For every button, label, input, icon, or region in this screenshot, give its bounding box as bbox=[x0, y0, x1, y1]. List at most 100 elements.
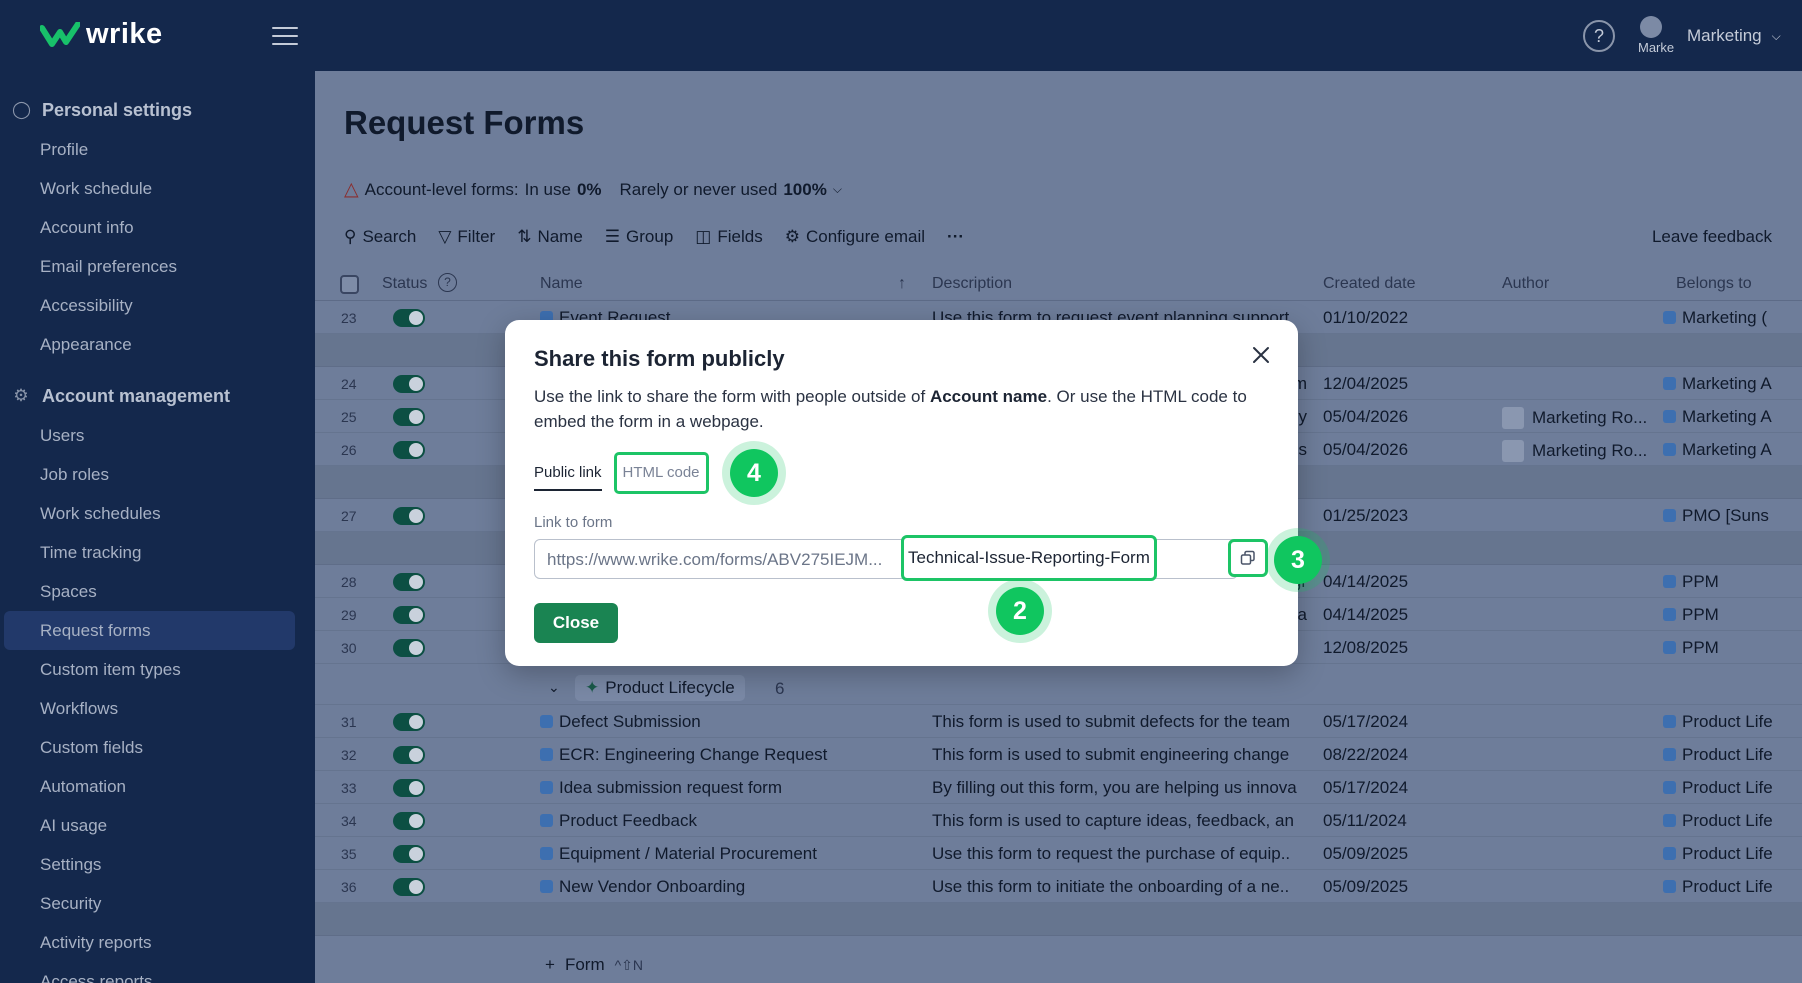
sidebar-item-time-tracking[interactable]: Time tracking bbox=[0, 533, 315, 572]
status-toggle[interactable] bbox=[393, 375, 425, 393]
status-toggle[interactable] bbox=[393, 507, 425, 525]
status-toggle[interactable] bbox=[393, 573, 425, 591]
filter-button[interactable]: ▽ Filter bbox=[438, 227, 495, 247]
menu-toggle-icon[interactable] bbox=[272, 27, 298, 47]
belongs-to[interactable]: Marketing A bbox=[1663, 374, 1772, 394]
status-toggle[interactable] bbox=[393, 878, 425, 896]
table-row[interactable]: 36 New Vendor Onboarding Use this form to … bbox=[315, 870, 1802, 903]
column-author[interactable]: Author bbox=[1502, 275, 1549, 293]
form-name[interactable]: Defect Submission bbox=[540, 712, 701, 732]
status-toggle[interactable] bbox=[393, 779, 425, 797]
workspace-switcher[interactable]: Marketing ⌵ bbox=[1687, 26, 1781, 46]
status-toggle[interactable] bbox=[393, 606, 425, 624]
sidebar-item-users[interactable]: Users bbox=[0, 416, 315, 455]
sidebar-item-activity-reports[interactable]: Activity reports bbox=[0, 923, 315, 962]
created-date: 04/14/2025 bbox=[1323, 572, 1409, 591]
belongs-to[interactable]: Product Life bbox=[1663, 877, 1773, 897]
wrike-logo[interactable]: wrike bbox=[40, 18, 163, 51]
status-toggle[interactable] bbox=[393, 408, 425, 426]
form-name[interactable]: Idea submission request form bbox=[540, 778, 782, 798]
column-belongs-to[interactable]: Belongs to bbox=[1676, 275, 1752, 293]
group-button[interactable]: ☰ Group bbox=[605, 227, 674, 247]
table-row[interactable]: 31 Defect Submission This form is used to … bbox=[315, 705, 1802, 738]
status-toggle[interactable] bbox=[393, 713, 425, 731]
form-name[interactable]: New Vendor Onboarding bbox=[540, 877, 745, 897]
status-toggle[interactable] bbox=[393, 441, 425, 459]
more-options-button[interactable]: ··· bbox=[947, 227, 964, 247]
form-icon bbox=[540, 814, 553, 827]
public-link-field[interactable]: https://www.wrike.com/forms/ABV275IEJM..… bbox=[534, 535, 1238, 581]
status-toggle[interactable] bbox=[393, 746, 425, 764]
belongs-to[interactable]: Product Life bbox=[1663, 778, 1773, 798]
sidebar-item-custom-item-types[interactable]: Custom item types bbox=[0, 650, 315, 689]
sidebar-item-account-info[interactable]: Account info bbox=[0, 208, 315, 247]
sidebar-item-work-schedules[interactable]: Work schedules bbox=[0, 494, 315, 533]
sidebar-item-appearance[interactable]: Appearance bbox=[0, 325, 315, 364]
belongs-to[interactable]: PPM bbox=[1663, 605, 1719, 625]
copy-link-button[interactable] bbox=[1228, 539, 1268, 577]
sidebar-item-spaces[interactable]: Spaces bbox=[0, 572, 315, 611]
select-all-checkbox[interactable] bbox=[340, 275, 359, 294]
add-form-button[interactable]: + Form ^⇧N bbox=[545, 955, 643, 975]
sidebar-item-custom-fields[interactable]: Custom fields bbox=[0, 728, 315, 767]
sidebar-item-request-forms[interactable]: Request forms bbox=[4, 611, 295, 650]
column-description[interactable]: Description bbox=[932, 275, 1012, 293]
search-button[interactable]: ⚲ Search bbox=[344, 227, 416, 247]
column-created-date[interactable]: Created date bbox=[1323, 275, 1416, 293]
created-date: 04/14/2025 bbox=[1323, 605, 1409, 624]
status-toggle[interactable] bbox=[393, 845, 425, 863]
sidebar-item-security[interactable]: Security bbox=[0, 884, 315, 923]
close-icon[interactable] bbox=[1250, 344, 1272, 366]
link-slug[interactable]: Technical-Issue-Reporting-Form bbox=[901, 535, 1157, 581]
belongs-to[interactable]: Product Life bbox=[1663, 712, 1773, 732]
sidebar-item-job-roles[interactable]: Job roles bbox=[0, 455, 315, 494]
belongs-to[interactable]: Marketing A bbox=[1663, 407, 1772, 427]
fields-button[interactable]: ◫ Fields bbox=[695, 227, 762, 247]
space-icon bbox=[1663, 715, 1676, 728]
table-row[interactable]: 33 Idea submission request form By filling… bbox=[315, 771, 1802, 804]
belongs-to[interactable]: Marketing A bbox=[1663, 440, 1772, 460]
status-toggle[interactable] bbox=[393, 639, 425, 657]
column-status[interactable]: Status bbox=[382, 275, 427, 293]
tab-html-code[interactable]: HTML code bbox=[613, 452, 709, 494]
belongs-to[interactable]: Product Life bbox=[1663, 745, 1773, 765]
form-name[interactable]: Equipment / Material Procurement bbox=[540, 844, 817, 864]
sort-name-button[interactable]: ⇅ Name bbox=[517, 227, 583, 247]
leave-feedback-link[interactable]: Leave feedback bbox=[1652, 227, 1772, 247]
help-icon[interactable]: ? bbox=[1583, 20, 1615, 52]
belongs-to[interactable]: Marketing ( bbox=[1663, 308, 1767, 328]
form-icon bbox=[540, 847, 553, 860]
dialog-description: Use the link to share the form with peop… bbox=[534, 387, 1247, 431]
form-name[interactable]: ECR: Engineering Change Request bbox=[540, 745, 827, 765]
status-toggle[interactable] bbox=[393, 812, 425, 830]
sidebar-item-automation[interactable]: Automation bbox=[0, 767, 315, 806]
avatar[interactable]: Marke bbox=[1638, 16, 1680, 58]
sidebar-item-settings[interactable]: Settings bbox=[0, 845, 315, 884]
sidebar-item-email-preferences[interactable]: Email preferences bbox=[0, 247, 315, 286]
status-toggle[interactable] bbox=[393, 309, 425, 327]
sidebar-item-work-schedule[interactable]: Work schedule bbox=[0, 169, 315, 208]
table-row[interactable]: 32 ECR: Engineering Change Request This fo… bbox=[315, 738, 1802, 771]
belongs-to[interactable]: Product Life bbox=[1663, 844, 1773, 864]
column-name[interactable]: Name bbox=[540, 275, 583, 293]
belongs-to[interactable]: PPM bbox=[1663, 572, 1719, 592]
sidebar-item-workflows[interactable]: Workflows bbox=[0, 689, 315, 728]
sidebar-item-profile[interactable]: Profile bbox=[0, 130, 315, 169]
chevron-down-icon[interactable]: ⌄ bbox=[548, 679, 560, 696]
form-name[interactable]: Product Feedback bbox=[540, 811, 697, 831]
belongs-to[interactable]: PPM bbox=[1663, 638, 1719, 658]
close-button[interactable]: Close bbox=[534, 603, 618, 643]
table-row[interactable]: 35 Equipment / Material Procurement Use th… bbox=[315, 837, 1802, 870]
group-header[interactable]: ⌄ ✦ Product Lifecycle 6 bbox=[315, 672, 1802, 705]
chevron-down-icon[interactable]: ⌵ bbox=[833, 182, 842, 197]
belongs-to[interactable]: PMO [Suns bbox=[1663, 506, 1769, 526]
configure-email-button[interactable]: ⚙ Configure email bbox=[785, 227, 925, 247]
sidebar-item-accessibility[interactable]: Accessibility bbox=[0, 286, 315, 325]
help-icon[interactable]: ? bbox=[438, 273, 457, 292]
tab-public-link[interactable]: Public link bbox=[534, 455, 602, 491]
table-row[interactable]: 34 Product Feedback This form is used to c… bbox=[315, 804, 1802, 837]
sidebar-item-access-reports[interactable]: Access reports bbox=[0, 962, 315, 983]
form-icon bbox=[540, 748, 553, 761]
belongs-to[interactable]: Product Life bbox=[1663, 811, 1773, 831]
sidebar-item-ai-usage[interactable]: AI usage bbox=[0, 806, 315, 845]
